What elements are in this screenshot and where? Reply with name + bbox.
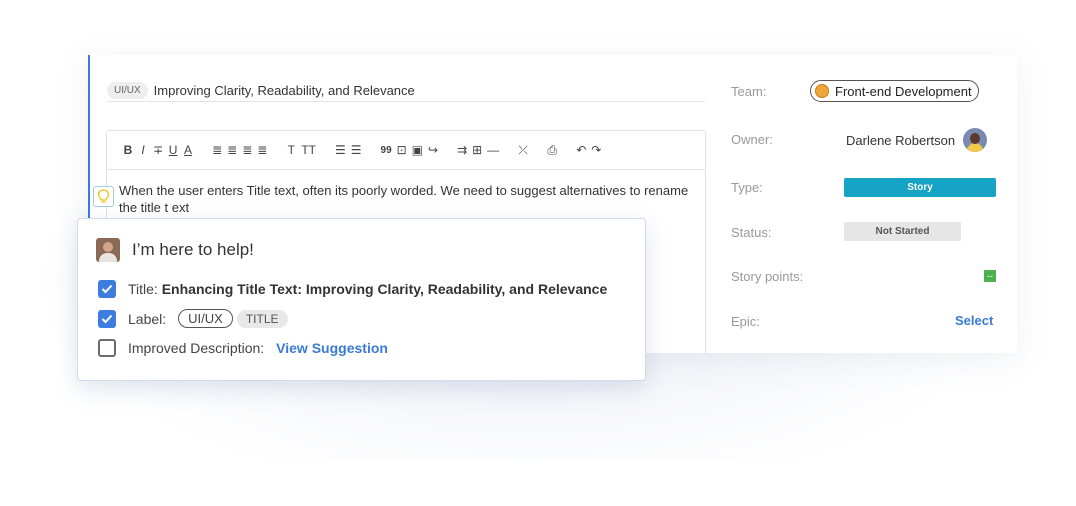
status-label: Status: [731,225,772,240]
label-checkbox[interactable] [98,309,116,328]
undo-button[interactable]: ↶ [576,143,586,157]
epic-label: Epic: [731,314,760,329]
popup-heading: I’m here to help! [132,240,254,259]
team-label: Team: [731,84,767,99]
team-value: Front-end Development [835,83,972,99]
suggestion-label-row: Label: UI/UX TITLE [98,309,288,328]
story-points-value[interactable]: -- [984,270,996,282]
type-label: Type: [731,180,763,195]
description-checkbox[interactable] [98,339,116,357]
story-points-label: Story points: [731,269,804,284]
quote-button[interactable]: 99 [381,145,392,156]
table-button[interactable]: ⊞ [472,143,482,157]
label-suggestion-label: Label: [128,310,167,327]
align-center-button[interactable]: ≣ [227,143,237,157]
editor-toolbar: B I ∓ U A ≣ ≣ ≣ ≣ T TT ☰ ☰ 99 ⊡ ▣ ↪ ⇉ ⊞ … [107,131,705,170]
owner-name: Darlene Robertson [846,132,956,148]
justify-button[interactable]: ≣ [257,143,267,157]
clear-format-button[interactable]: ⤫ [518,143,528,158]
italic-button[interactable]: I [138,143,148,157]
view-suggestion-link[interactable]: View Suggestion [276,340,388,356]
image-button[interactable]: ▣ [412,143,423,157]
team-selector[interactable]: Front-end Development [810,80,979,102]
heading-button[interactable]: TT [301,143,316,157]
popup-header: I’m here to help! [96,238,254,262]
bullet-list-button[interactable]: ☰ [335,143,346,157]
wrap-button[interactable]: ⇉ [457,143,467,157]
text-color-button[interactable]: A [183,143,193,157]
type-badge[interactable]: Story [844,178,996,197]
ai-suggestion-popup: I’m here to help! Title: Enhancing Title… [77,218,646,381]
label-chip-title[interactable]: TITLE [236,309,288,328]
attach-button[interactable]: ⎙ [547,143,557,158]
title-checkbox[interactable] [98,280,116,298]
suggestion-title-row: Title: Enhancing Title Text: Improving C… [98,280,607,298]
title-row[interactable]: UI/UX Improving Clarity, Readability, an… [107,80,705,102]
owner-label: Owner: [731,132,773,147]
status-badge[interactable]: Not Started [844,222,961,241]
strikethrough-button[interactable]: ∓ [153,143,163,157]
owner-avatar [963,128,988,152]
link-button[interactable]: ↪ [428,143,438,157]
editor-content[interactable]: When the user enters Title text, often i… [119,182,689,216]
description-suggestion-label: Improved Description: [128,340,265,356]
horizontal-rule-button[interactable]: — [487,143,499,157]
assistant-avatar [96,238,120,262]
align-left-button[interactable]: ≣ [212,143,222,157]
owner-selector[interactable]: Darlene Robertson [846,128,988,152]
suggestion-description-row: Improved Description: View Suggestion [98,339,388,357]
numbered-list-button[interactable]: ☰ [351,143,362,157]
title-suggestion-value: Enhancing Title Text: Improving Clarity,… [161,281,608,297]
title-tag: UI/UX [107,82,148,99]
title-suggestion-label: Title: [128,281,158,297]
label-chip-uiux[interactable]: UI/UX [178,309,233,328]
bold-button[interactable]: B [123,143,133,157]
story-title[interactable]: Improving Clarity, Readability, and Rele… [154,83,415,98]
epic-select-link[interactable]: Select [955,313,993,328]
underline-button[interactable]: U [168,143,178,157]
redo-button[interactable]: ↷ [591,143,601,157]
text-size-button[interactable]: T [286,143,296,157]
team-emoji-icon [815,84,829,98]
align-right-button[interactable]: ≣ [242,143,252,157]
code-block-button[interactable]: ⊡ [397,143,407,157]
lightbulb-icon[interactable] [93,186,114,207]
